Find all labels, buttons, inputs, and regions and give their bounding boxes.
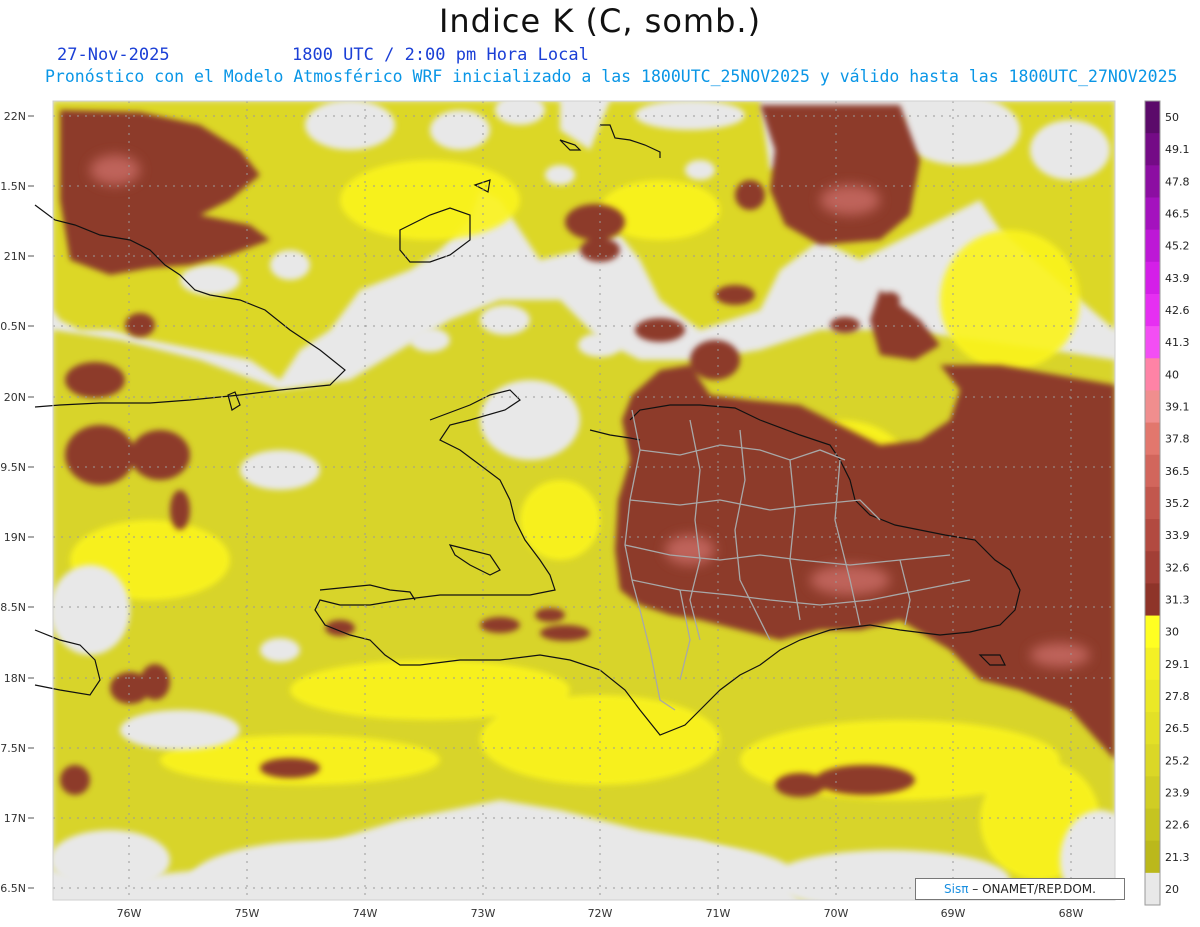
colorbar-swatch <box>1145 712 1160 745</box>
colorbar-label: 22.6 <box>1165 819 1190 832</box>
colorbar-label: 47.8 <box>1165 175 1190 188</box>
colorbar-swatch <box>1145 776 1160 810</box>
colorbar-label: 41.3 <box>1165 336 1190 349</box>
colorbar-label: 50 <box>1165 111 1179 124</box>
lon-label: 72W <box>588 907 613 920</box>
colorbar-swatch <box>1145 808 1160 842</box>
lat-label: 1.5N <box>0 180 26 193</box>
colorbar-label: 27.8 <box>1165 690 1190 703</box>
colorbar-swatch <box>1145 293 1160 327</box>
lat-label: 18N <box>4 672 26 685</box>
lat-label: 22N <box>4 110 26 123</box>
colorbar-swatch <box>1145 840 1160 874</box>
lon-label: 73W <box>471 907 496 920</box>
lat-label: 19N <box>4 531 26 544</box>
colorbar-label: 25.2 <box>1165 754 1190 767</box>
lat-label: 8.5N <box>0 601 26 614</box>
colorbar-label: 40 <box>1165 368 1179 381</box>
colorbar-swatch <box>1145 454 1160 488</box>
lat-label: 0.5N <box>0 320 26 333</box>
colorbar-label: 39.1 <box>1165 401 1190 414</box>
lon-label: 71W <box>706 907 731 920</box>
colorbar-label: 35.2 <box>1165 497 1190 510</box>
colorbar-label: 32.6 <box>1165 561 1190 574</box>
colorbar-label: 23.9 <box>1165 786 1190 799</box>
credit-box: Sisπ – ONAMET/REP.DOM. <box>915 878 1125 900</box>
latitude-axis: 22N 1.5N 21N 0.5N 20N 9.5N 19N 8.5N 18N … <box>0 110 26 895</box>
colorbar-swatch <box>1145 197 1160 231</box>
colorbar-label: 49.1 <box>1165 143 1190 156</box>
colorbar-label: 36.5 <box>1165 465 1190 478</box>
colorbar-swatch <box>1145 326 1160 359</box>
colorbar-swatch <box>1145 422 1160 456</box>
lat-label: 20N <box>4 391 26 404</box>
colorbar: 50 49.1 47.8 46.5 45.2 43.9 42.6 41.3 40 39.1 37.8… <box>1144 100 1190 906</box>
lat-label: 6.5N <box>0 882 26 895</box>
latitude-ticks <box>28 115 34 889</box>
longitude-axis: 76W 75W 74W 73W 72W 71W 70W 69W 68W <box>117 907 1084 920</box>
colorbar-swatch <box>1145 679 1160 713</box>
lat-label: 7.5N <box>0 742 26 755</box>
k-index-map: 22N 1.5N 21N 0.5N 20N 9.5N 19N 8.5N 18N … <box>0 100 1190 920</box>
colorbar-label: 20 <box>1165 883 1179 896</box>
lat-label: 21N <box>4 250 26 263</box>
colorbar-swatch <box>1145 390 1160 424</box>
lat-label: 9.5N <box>0 461 26 474</box>
colorbar-label: 46.5 <box>1165 208 1190 221</box>
colorbar-swatch <box>1145 872 1160 906</box>
colorbar-label: 33.9 <box>1165 529 1190 542</box>
colorbar-label: 43.9 <box>1165 272 1190 285</box>
colorbar-swatch <box>1145 101 1160 134</box>
lon-label: 74W <box>353 907 378 920</box>
lon-label: 69W <box>941 907 966 920</box>
colorbar-swatch <box>1145 261 1160 295</box>
colorbar-label: 31.3 <box>1165 593 1190 606</box>
colorbar-swatch <box>1145 133 1160 166</box>
colorbar-swatch <box>1145 744 1160 777</box>
colorbar-label: 26.5 <box>1165 722 1190 735</box>
colorbar-swatch <box>1145 519 1160 552</box>
colorbar-swatch <box>1145 647 1160 681</box>
colorbar-label: 45.2 <box>1165 240 1190 253</box>
lon-label: 68W <box>1059 907 1084 920</box>
lon-label: 75W <box>235 907 260 920</box>
colorbar-swatch <box>1145 615 1160 649</box>
lat-label: 17N <box>4 812 26 825</box>
colorbar-swatch <box>1145 165 1160 198</box>
colorbar-label: 42.6 <box>1165 304 1190 317</box>
colorbar-label: 30 <box>1165 626 1179 639</box>
sis-logo: Sisπ <box>944 882 969 896</box>
colorbar-swatch <box>1145 358 1160 391</box>
colorbar-label: 37.8 <box>1165 433 1190 446</box>
lon-label: 70W <box>824 907 849 920</box>
colorbar-swatch <box>1145 551 1160 584</box>
colorbar-label: 21.3 <box>1165 851 1190 864</box>
colorbar-swatch <box>1145 486 1160 520</box>
credit-text: – ONAMET/REP.DOM. <box>972 882 1096 896</box>
lon-label: 76W <box>117 907 142 920</box>
colorbar-swatch <box>1145 229 1160 263</box>
colorbar-label: 29.1 <box>1165 658 1190 671</box>
colorbar-swatch <box>1145 583 1160 617</box>
